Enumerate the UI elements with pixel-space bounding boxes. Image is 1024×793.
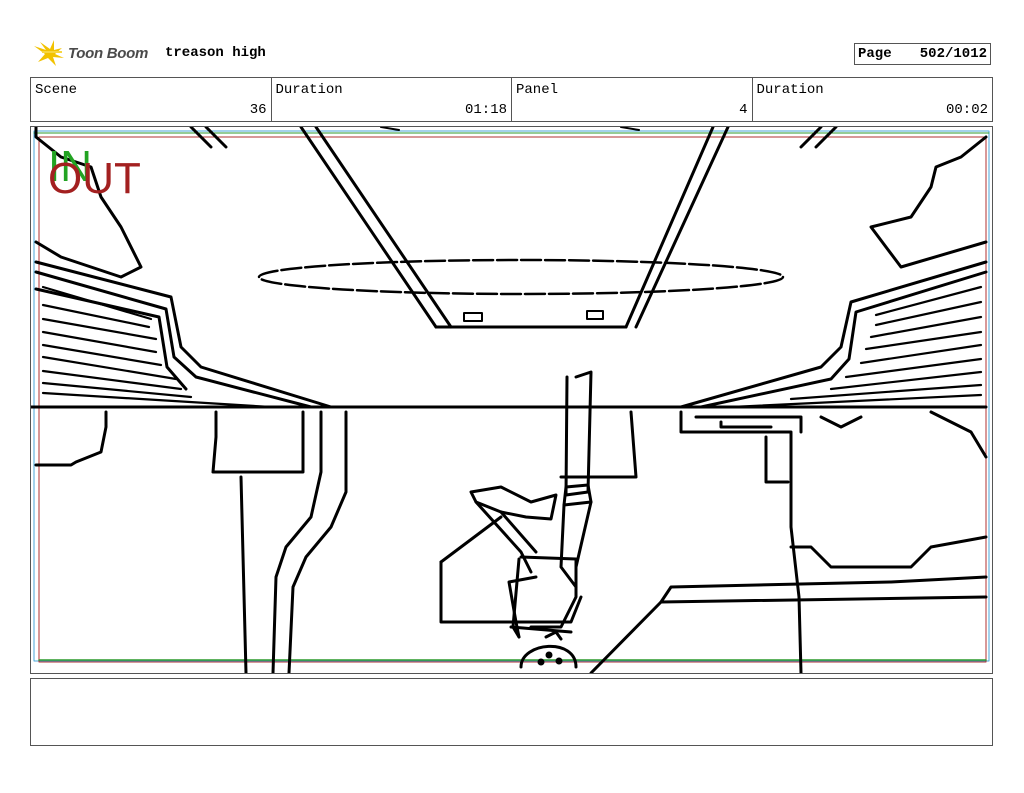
scene-cell: Scene 36 <box>31 78 272 121</box>
page-indicator: Page 502/1012 <box>854 43 991 65</box>
scene-duration-cell: Duration 01:18 <box>272 78 512 121</box>
toon-boom-logo: Toon Boom <box>32 38 148 68</box>
scene-value: 36 <box>249 102 267 118</box>
panel-duration-label: Duration <box>756 82 824 98</box>
star-burst-icon <box>34 40 64 66</box>
panel-notes <box>30 678 993 746</box>
scene-label: Scene <box>35 82 78 98</box>
project-name: treason high <box>165 45 266 61</box>
scene-duration-value: 01:18 <box>464 102 507 118</box>
page-label: Page <box>858 46 892 62</box>
panel-duration-value: 00:02 <box>945 102 988 118</box>
scene-duration-label: Duration <box>275 82 343 98</box>
panel-label: Panel <box>516 82 559 98</box>
panel-value: 4 <box>739 102 748 118</box>
out-marker: OUT <box>48 154 141 203</box>
panel-cell: Panel 4 <box>512 78 753 121</box>
page-number: 502/1012 <box>919 46 987 62</box>
logo-text: Toon Boom <box>68 44 149 62</box>
panel-duration-cell: Duration 00:02 <box>753 78 993 121</box>
storyboard-info-row: Scene 36 Duration 01:18 Panel 4 Duration… <box>30 77 993 122</box>
storyboard-sketch <box>31 127 990 673</box>
panel-image: IN OUT <box>30 126 993 674</box>
